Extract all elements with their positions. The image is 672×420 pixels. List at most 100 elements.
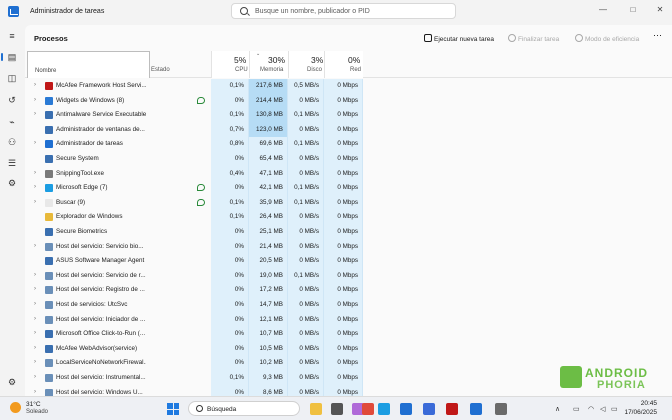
table-row[interactable]: › SnippingTool.exe 0,4% 47,1 MB 0 MB/s 0 Mbps — [25, 166, 672, 182]
memory-value: 25,1 MB — [249, 225, 288, 240]
users-icon[interactable]: ⚇ — [6, 136, 18, 148]
process-icon — [45, 330, 53, 339]
column-cpu-label: CPU — [235, 67, 248, 73]
file-explorer-icon[interactable] — [310, 403, 322, 415]
clock-date[interactable]: 17/06/2025 — [617, 409, 657, 416]
table-row[interactable]: › Buscar (9) 0,1% 35,9 MB 0,1 MB/s 0 Mbps — [25, 195, 672, 211]
table-row[interactable]: Administrador de ventanas de... 0,7% 123,0… — [25, 122, 672, 138]
task-manager-icon[interactable] — [470, 403, 482, 415]
disk-value: 0 MB/s — [288, 283, 324, 298]
expand-chevron-icon[interactable]: › — [34, 345, 36, 351]
settings-icon[interactable] — [495, 403, 507, 415]
table-row[interactable]: › Host del servicio: Iniciador de ... 0% 12… — [25, 312, 672, 328]
sun-icon[interactable] — [10, 402, 21, 413]
hamburger-menu-icon[interactable]: ≡ — [6, 30, 18, 42]
disk-value: 0,1 MB/s — [288, 108, 324, 123]
process-name: Host del servicio: Servicio bio... — [56, 242, 144, 250]
table-row[interactable]: › McAfee WebAdvisor(service) 0% 10,5 MB 0 MB… — [25, 341, 672, 357]
expand-chevron-icon[interactable]: › — [34, 316, 36, 322]
table-row[interactable]: › Host del servicio: Servicio de r... 0% 19… — [25, 268, 672, 284]
run-new-task-button[interactable]: Ejecutar nueva tarea — [424, 34, 494, 43]
process-icon — [45, 257, 53, 266]
store-icon[interactable] — [423, 403, 435, 415]
table-row[interactable]: Explorador de Windows 0,1% 26,4 MB 0 MB/s 0 … — [25, 210, 672, 225]
performance-icon[interactable]: ◫ — [6, 72, 18, 84]
volume-icon[interactable]: ◁ — [600, 405, 605, 413]
expand-chevron-icon[interactable]: › — [34, 389, 36, 395]
table-row[interactable]: › Host del servicio: Servicio bio... 0% 21,… — [25, 239, 672, 255]
weather-description[interactable]: Soleado — [26, 409, 48, 415]
settings-icon[interactable]: ⚙ — [6, 376, 18, 388]
language-icon[interactable]: ▭ — [573, 405, 580, 413]
maximize-button[interactable]: □ — [628, 5, 638, 15]
mcafee-icon[interactable] — [446, 403, 458, 415]
disk-value: 0 MB/s — [288, 254, 324, 269]
clock-time[interactable]: 20:45 — [627, 400, 657, 407]
efficiency-mode-button[interactable]: Modo de eficiencia — [575, 34, 639, 43]
photos-icon[interactable] — [400, 403, 412, 415]
expand-chevron-icon[interactable]: › — [34, 199, 36, 205]
main-panel: Procesos Ejecutar nueva tarea Finalizar … — [25, 25, 672, 396]
disk-value: 0 MB/s — [288, 239, 324, 255]
expand-chevron-icon[interactable]: › — [34, 170, 36, 176]
table-row[interactable]: › McAfee Framework Host Servi... 0,1% 217,6… — [25, 79, 672, 94]
disk-value: 0 MB/s — [288, 122, 324, 138]
expand-chevron-icon[interactable]: › — [34, 111, 36, 117]
left-navigation: ≡ ▤ ◫ ↺ ⌁ ⚇ ☰ ⚙ ⚙ — [0, 24, 24, 396]
efficiency-mode-label: Modo de eficiencia — [585, 36, 640, 43]
app-history-icon[interactable]: ↺ — [6, 94, 18, 106]
expand-chevron-icon[interactable]: › — [34, 184, 36, 190]
table-row[interactable]: Secure Biometrics 0% 25,1 MB 0 MB/s 0 Mbps — [25, 225, 672, 240]
expand-chevron-icon[interactable]: › — [34, 374, 36, 380]
table-row[interactable]: › Host del servicio: Registro de ... 0% 17,… — [25, 283, 672, 298]
memory-value: 69,6 MB — [249, 137, 288, 152]
column-status-label[interactable]: Estado — [151, 67, 170, 73]
taskbar-search[interactable]: Búsqueda — [188, 401, 300, 416]
column-disk-label: Disco — [307, 67, 323, 73]
table-row[interactable]: › Widgets de Windows (8) 0% 214,4 MB 0 MB/s 0… — [25, 93, 672, 109]
expand-chevron-icon[interactable]: › — [34, 359, 36, 365]
end-task-label: Finalizar tarea — [518, 36, 560, 43]
expand-chevron-icon[interactable]: › — [34, 97, 36, 103]
search-icon — [196, 405, 203, 412]
expand-chevron-icon[interactable]: › — [34, 330, 36, 336]
table-row[interactable]: ASUS Software Manager Agent 0% 20,5 MB 0 MB… — [25, 254, 672, 269]
table-row[interactable]: › Host de servicios: UtcSvc 0% 14,7 MB 0 MB/… — [25, 298, 672, 313]
column-name[interactable]: Nombre — [27, 51, 150, 78]
table-row[interactable]: Secure System 0% 65,4 MB 0 MB/s 0 Mbps — [25, 152, 672, 167]
disk-value: 0 MB/s — [288, 225, 324, 240]
edge-icon[interactable] — [378, 403, 390, 415]
taskbar: 31°C Soleado Búsqueda ∧ ▭ ◠ ◁ ▭ 20:45 17… — [0, 396, 672, 420]
expand-chevron-icon[interactable]: › — [34, 301, 36, 307]
services-icon[interactable]: ⚙ — [6, 177, 18, 189]
minimize-button[interactable]: — — [598, 5, 608, 15]
start-button[interactable] — [167, 403, 179, 415]
disk-value: 0,1 MB/s — [288, 181, 324, 196]
weather-temperature[interactable]: 31°C — [26, 401, 41, 408]
cpu-value: 0,1% — [211, 371, 249, 386]
more-options-button[interactable]: ⋯ — [653, 30, 662, 41]
show-hidden-icons-button[interactable]: ∧ — [555, 405, 560, 413]
expand-chevron-icon[interactable]: › — [34, 140, 36, 146]
end-task-button[interactable]: Finalizar tarea — [508, 34, 559, 43]
table-row[interactable]: › Microsoft Office Click-to-Run (... 0% 10,… — [25, 327, 672, 342]
search-input[interactable]: Busque un nombre, publicador o PID — [231, 3, 456, 19]
wifi-icon[interactable]: ◠ — [588, 405, 594, 413]
table-row[interactable]: › Microsoft Edge (7) 0% 42,1 MB 0,1 MB/s 0 Mb… — [25, 181, 672, 196]
expand-chevron-icon[interactable]: › — [34, 243, 36, 249]
startup-apps-icon[interactable]: ⌁ — [6, 116, 18, 128]
disk-value: 0 MB/s — [288, 356, 324, 371]
process-name: Host del servicio: Registro de ... — [56, 286, 145, 294]
table-row[interactable]: › Antimalware Service Executable 0,1% 130,8… — [25, 108, 672, 123]
chrome-icon[interactable] — [362, 403, 374, 415]
expand-chevron-icon[interactable]: › — [34, 286, 36, 292]
efficiency-leaf-icon — [197, 198, 205, 206]
cpu-value: 0,1% — [211, 210, 249, 225]
close-button[interactable]: ✕ — [655, 5, 665, 15]
expand-chevron-icon[interactable]: › — [34, 82, 36, 88]
details-icon[interactable]: ☰ — [6, 157, 18, 169]
table-row[interactable]: › Administrador de tareas 0,8% 69,6 MB 0,1 M… — [25, 137, 672, 152]
processes-icon[interactable]: ▤ — [1, 51, 18, 63]
expand-chevron-icon[interactable]: › — [34, 272, 36, 278]
task-view-icon[interactable] — [331, 403, 343, 415]
